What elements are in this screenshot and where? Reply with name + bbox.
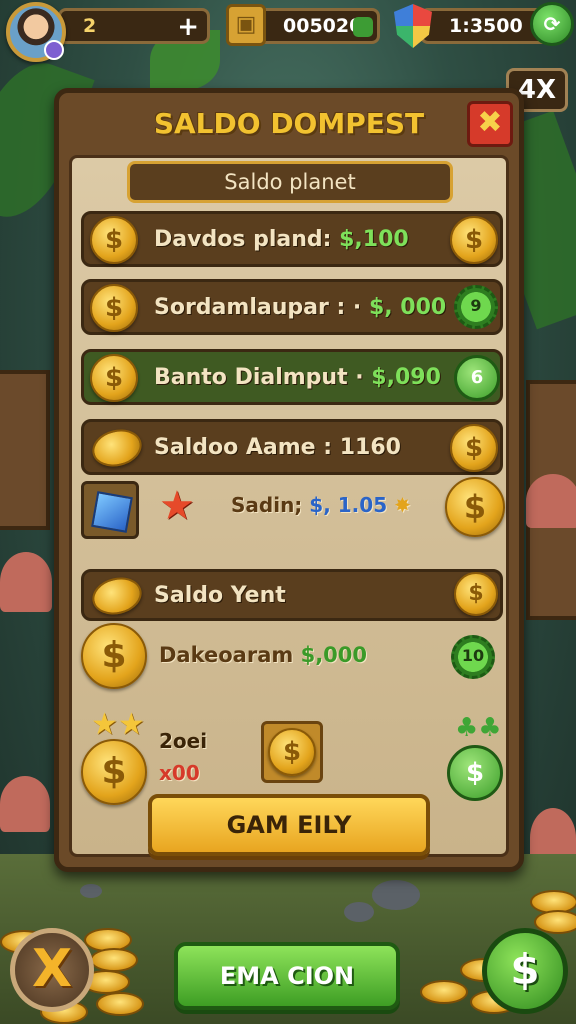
- row-2-amount: $, 000: [368, 294, 447, 320]
- mushroom-decoration: [530, 808, 576, 868]
- close-button[interactable]: ✖: [467, 101, 513, 147]
- bonus-row-amount: $,000: [300, 643, 368, 667]
- gold-add-chip-icon[interactable]: [353, 17, 373, 37]
- gold-coin-icon: $: [450, 216, 498, 264]
- gold-coin-icon: $: [445, 477, 505, 537]
- balance-row-2[interactable]: $ Sordamlaupar : · $, 000 9: [81, 279, 503, 335]
- gold-coin-icon: $: [90, 216, 138, 264]
- lives-value: 2: [83, 15, 97, 37]
- reward-value: x00: [159, 761, 200, 785]
- blue-gem-cube-icon[interactable]: [81, 481, 139, 539]
- row-3-text: Banto Dialmput · $,090: [154, 365, 441, 390]
- cube-row-suffix: ✸: [394, 493, 411, 517]
- mushroom-decoration: [0, 552, 52, 612]
- gold-coin-icon: $: [90, 284, 138, 332]
- bonus-row-label: Dakeoaram: [159, 643, 294, 667]
- red-star-icon: ★: [159, 483, 195, 529]
- section-header-text: Saldo Yent: [154, 582, 286, 608]
- hut-decoration: [526, 380, 576, 620]
- cube-row-label: Sadin;: [231, 493, 303, 517]
- row-1-label: Davdos pland:: [154, 226, 332, 252]
- mushroom-decoration: [0, 776, 50, 832]
- green-coin-shop-button[interactable]: ⟳: [530, 2, 574, 46]
- large-gold-coin-icon: $: [81, 623, 147, 689]
- row-1-text: Davdos pland: $,100: [154, 227, 409, 252]
- balance-row-3[interactable]: $ Banto Dialmput · $,090 6: [81, 349, 503, 405]
- gold-value: 005020: [283, 15, 363, 37]
- row-3-amount: $,090: [371, 364, 441, 390]
- section-header-row: Saldo Yent $: [81, 569, 503, 621]
- green-gear-badge-icon: 10: [451, 635, 495, 679]
- clover-icon: ♣♣: [455, 713, 502, 743]
- gold-coin-icon: $: [90, 354, 138, 402]
- gold-coin-icon: $: [450, 424, 498, 472]
- row-3-label: Banto Dialmput ·: [154, 364, 364, 390]
- balance-row-4[interactable]: Saldoo Aame : 1160 $: [81, 419, 503, 475]
- flat-gold-coin-icon: [88, 572, 146, 620]
- gold-coin-icon: $: [454, 572, 498, 616]
- rock-decoration: [80, 884, 102, 898]
- rock-decoration: [372, 880, 420, 910]
- row-2-text: Sordamlaupar : · $, 000: [154, 295, 446, 320]
- green-coin-badge-icon: 6: [454, 355, 500, 401]
- row-2-label: Sordamlaupar : ·: [154, 294, 362, 320]
- bonus-row-text: Dakeoaram $,000: [159, 643, 367, 667]
- large-gold-coin-icon: $: [81, 739, 147, 805]
- cube-row-text: Sadin; $, 1.05 ✸: [231, 493, 411, 517]
- x-menu-button[interactable]: X: [10, 928, 94, 1012]
- gems-value: 1:3500: [449, 15, 523, 37]
- panel-title: SALDO DOMPEST: [153, 107, 425, 140]
- action-button[interactable]: EMA CION: [174, 942, 400, 1010]
- green-gear-badge-icon: 9: [454, 285, 498, 329]
- row-4-label: Saldoo Aame : 1160: [154, 434, 401, 460]
- gold-counter: 005020: [246, 8, 380, 44]
- reward-title: 2oei: [159, 729, 208, 753]
- rock-decoration: [344, 902, 374, 922]
- top-hud: 2 + ▣ 005020 1:3500 ⟳: [0, 0, 576, 62]
- row-1-amount: $,100: [339, 226, 409, 252]
- lives-counter: 2 +: [58, 8, 210, 44]
- balance-row-1[interactable]: $ Davdos pland: $,100 $: [81, 211, 503, 267]
- level-badge-icon: [44, 40, 64, 60]
- coin-crate-icon[interactable]: $: [261, 721, 323, 783]
- mushroom-decoration: [526, 474, 576, 528]
- green-dollar-coin-icon: $: [447, 745, 503, 801]
- hut-decoration: [0, 370, 50, 530]
- gold-coin-icon: $: [268, 728, 316, 776]
- flat-gold-coin-icon: [88, 424, 146, 472]
- panel-subtitle: Saldo planet: [127, 161, 453, 203]
- add-lives-button[interactable]: +: [177, 13, 199, 41]
- row-4-text: Saldoo Aame : 1160: [154, 435, 401, 460]
- cube-row-amount: $, 1.05: [309, 493, 388, 517]
- shop-dollar-button[interactable]: $: [482, 928, 568, 1014]
- balance-panel: SALDO DOMPEST ✖ Saldo planet $ Davdos pl…: [54, 88, 524, 872]
- gold-crate-icon: ▣: [226, 4, 266, 46]
- game-button[interactable]: GAM EILY: [148, 794, 430, 856]
- gold-stars-icon: ★★: [91, 707, 145, 742]
